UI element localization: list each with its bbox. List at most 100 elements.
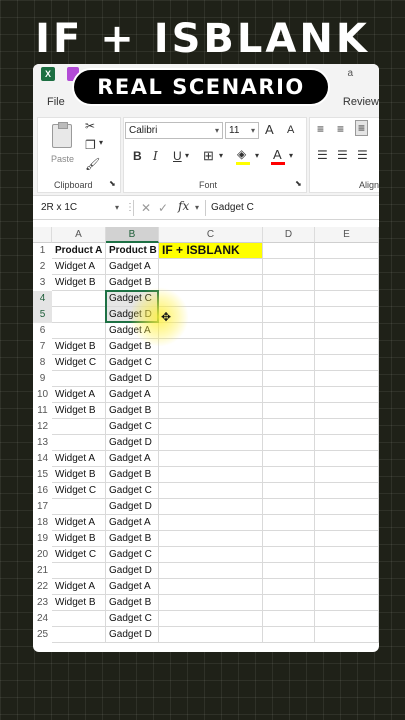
table-cell[interactable]: Gadget B xyxy=(106,595,159,611)
align-center-icon[interactable]: ☰ xyxy=(337,148,348,162)
table-cell[interactable] xyxy=(52,435,106,451)
table-cell[interactable] xyxy=(315,403,379,419)
table-cell[interactable]: Gadget D xyxy=(106,499,159,515)
column-header-c[interactable]: C xyxy=(159,227,263,243)
table-cell[interactable]: Widget B xyxy=(52,339,106,355)
column-header-b[interactable]: B xyxy=(106,227,159,243)
table-cell[interactable] xyxy=(315,499,379,515)
insert-function-icon[interactable]: fx xyxy=(178,199,189,213)
underline-button[interactable]: U xyxy=(173,149,182,163)
row-header[interactable]: 3 xyxy=(33,275,52,291)
table-cell[interactable] xyxy=(315,419,379,435)
table-cell[interactable]: Gadget A xyxy=(106,579,159,595)
table-cell[interactable] xyxy=(315,435,379,451)
font-color-dropdown-icon[interactable]: ▾ xyxy=(289,151,293,160)
header-cell[interactable] xyxy=(263,243,315,259)
table-cell[interactable]: Widget B xyxy=(52,403,106,419)
font-size-select[interactable]: 11 ▾ xyxy=(225,122,259,139)
table-cell[interactable]: Widget B xyxy=(52,275,106,291)
formula-expand-icon[interactable]: ▾ xyxy=(195,200,199,216)
header-cell[interactable] xyxy=(315,243,379,259)
table-cell[interactable] xyxy=(315,595,379,611)
table-cell[interactable] xyxy=(52,371,106,387)
table-cell[interactable] xyxy=(263,275,315,291)
table-cell[interactable] xyxy=(263,403,315,419)
row-header[interactable]: 4 xyxy=(33,291,52,307)
row-header[interactable]: 22 xyxy=(33,579,52,595)
table-cell[interactable]: Gadget A xyxy=(106,387,159,403)
formula-value[interactable]: Gadget C xyxy=(211,200,254,216)
cancel-icon[interactable]: ✕ xyxy=(141,200,151,216)
table-cell[interactable]: Gadget C xyxy=(106,355,159,371)
table-cell[interactable] xyxy=(52,499,106,515)
table-cell[interactable] xyxy=(159,451,263,467)
column-header-a[interactable]: A xyxy=(52,227,106,243)
row-header[interactable]: 8 xyxy=(33,355,52,371)
table-cell[interactable] xyxy=(159,595,263,611)
table-cell[interactable] xyxy=(315,259,379,275)
bold-button[interactable]: B xyxy=(133,149,142,163)
table-cell[interactable] xyxy=(263,339,315,355)
table-cell[interactable] xyxy=(159,627,263,643)
table-cell[interactable]: Gadget D xyxy=(106,627,159,643)
row-header[interactable]: 17 xyxy=(33,499,52,515)
align-right-icon[interactable]: ☰ xyxy=(357,148,368,162)
table-cell[interactable]: Widget A xyxy=(52,515,106,531)
row-header[interactable]: 5 xyxy=(33,307,52,323)
row-header[interactable]: 10 xyxy=(33,387,52,403)
fill-color-dropdown-icon[interactable]: ▾ xyxy=(255,151,259,160)
column-header-e[interactable]: E xyxy=(315,227,379,243)
table-cell[interactable] xyxy=(263,531,315,547)
table-cell[interactable] xyxy=(263,419,315,435)
table-cell[interactable] xyxy=(159,579,263,595)
table-cell[interactable] xyxy=(263,579,315,595)
table-cell[interactable] xyxy=(159,435,263,451)
table-cell[interactable] xyxy=(159,371,263,387)
row-header[interactable]: 18 xyxy=(33,515,52,531)
name-box[interactable]: 2R x 1C ▾ xyxy=(39,200,121,216)
table-cell[interactable]: Widget B xyxy=(52,595,106,611)
fill-color-icon[interactable]: ◈ xyxy=(237,147,246,161)
table-cell[interactable]: Gadget B xyxy=(106,467,159,483)
align-middle-icon[interactable]: ≡ xyxy=(337,122,344,136)
row-header[interactable]: 9 xyxy=(33,371,52,387)
menu-review[interactable]: Review xyxy=(343,96,379,108)
row-header[interactable]: 16 xyxy=(33,483,52,499)
table-cell[interactable] xyxy=(263,467,315,483)
enter-icon[interactable]: ✓ xyxy=(158,200,168,216)
table-cell[interactable] xyxy=(315,483,379,499)
table-cell[interactable] xyxy=(52,627,106,643)
table-cell[interactable] xyxy=(52,563,106,579)
select-all-corner[interactable] xyxy=(33,227,52,243)
table-cell[interactable] xyxy=(315,467,379,483)
table-cell[interactable]: Gadget C xyxy=(106,547,159,563)
table-cell[interactable] xyxy=(263,355,315,371)
row-header[interactable]: 21 xyxy=(33,563,52,579)
copy-dropdown-icon[interactable]: ▾ xyxy=(99,138,103,147)
table-cell[interactable] xyxy=(159,275,263,291)
table-cell[interactable]: Gadget C xyxy=(106,483,159,499)
table-cell[interactable] xyxy=(159,467,263,483)
table-cell[interactable] xyxy=(263,451,315,467)
table-cell[interactable]: Widget A xyxy=(52,259,106,275)
table-cell[interactable] xyxy=(159,611,263,627)
row-header[interactable]: 14 xyxy=(33,451,52,467)
table-cell[interactable] xyxy=(315,371,379,387)
table-cell[interactable] xyxy=(52,291,106,307)
row-header[interactable]: 24 xyxy=(33,611,52,627)
spreadsheet-grid[interactable]: A B C D E 1 Product A Product B IF + ISBLANK 2 Wid… xyxy=(33,227,379,652)
table-cell[interactable] xyxy=(315,275,379,291)
row-header[interactable]: 13 xyxy=(33,435,52,451)
table-cell[interactable] xyxy=(315,323,379,339)
table-cell[interactable] xyxy=(159,307,263,323)
table-cell[interactable] xyxy=(263,515,315,531)
row-header[interactable]: 2 xyxy=(33,259,52,275)
header-cell[interactable]: Product B xyxy=(106,243,159,259)
font-name-select[interactable]: Calibri ▾ xyxy=(125,122,223,139)
table-cell[interactable] xyxy=(159,499,263,515)
table-cell[interactable] xyxy=(159,547,263,563)
table-cell[interactable] xyxy=(263,563,315,579)
align-left-icon[interactable]: ☰ xyxy=(317,148,328,162)
table-cell[interactable]: Widget A xyxy=(52,451,106,467)
table-cell[interactable] xyxy=(52,419,106,435)
